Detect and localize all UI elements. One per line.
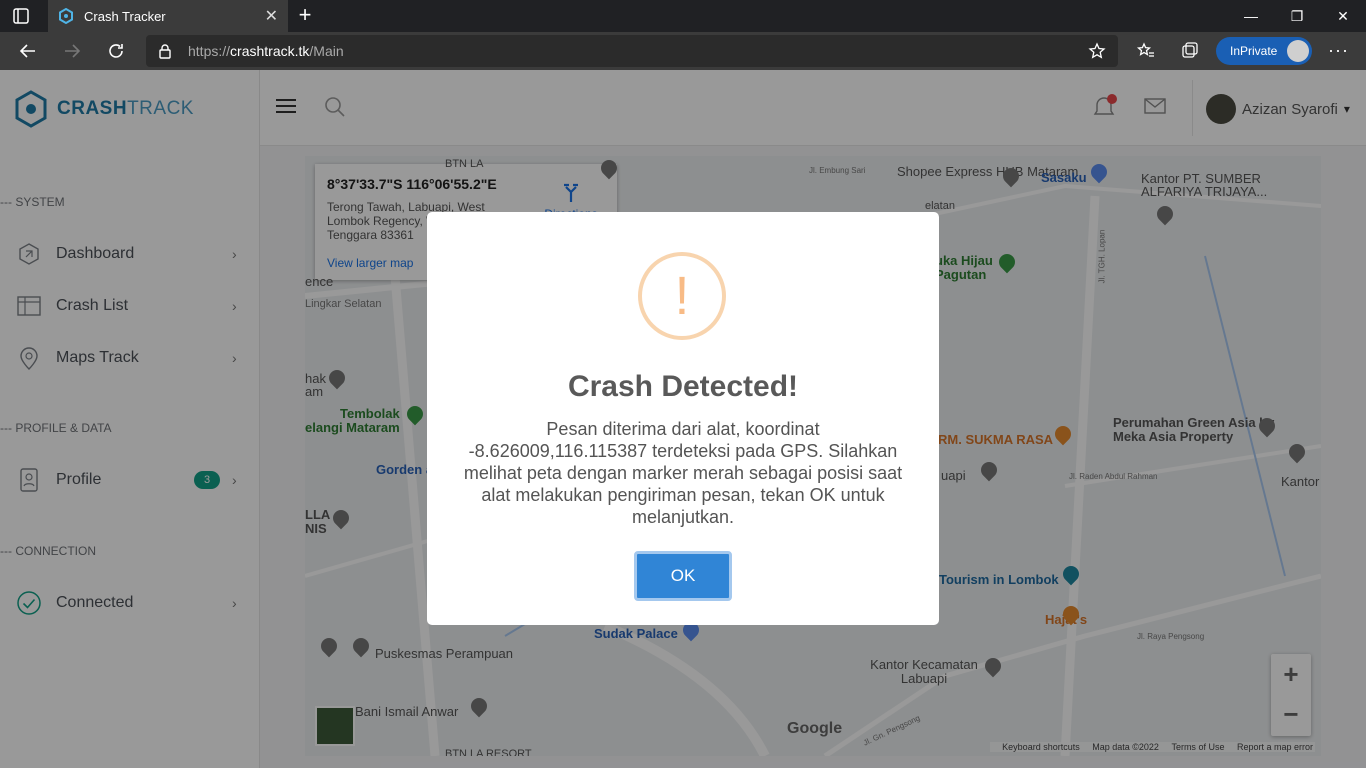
ok-button[interactable]: OK: [634, 551, 732, 601]
tab-title: Crash Tracker: [84, 8, 166, 24]
window-close-icon[interactable]: ✕: [1320, 0, 1366, 32]
browser-titlebar: Crash Tracker ✕ + — ❐ ✕: [0, 0, 1366, 32]
browser-toolbar: https://crashtrack.tk/Main InPrivate ···: [0, 32, 1366, 70]
restore-icon[interactable]: ❐: [1274, 0, 1320, 32]
crashtrack-favicon-icon: [59, 8, 73, 24]
tab-actions-icon[interactable]: [12, 7, 30, 25]
dialog-title: Crash Detected!: [567, 370, 799, 403]
new-tab-icon[interactable]: +: [292, 4, 318, 28]
crash-alert-dialog: ! Crash Detected! Pesan diterima dari al…: [427, 212, 939, 625]
more-options-icon[interactable]: ···: [1328, 40, 1349, 61]
lock-icon[interactable]: [158, 43, 172, 59]
browser-tab[interactable]: Crash Tracker ✕: [48, 0, 288, 32]
refresh-icon[interactable]: [103, 38, 129, 64]
inprivate-button[interactable]: InPrivate: [1216, 37, 1312, 65]
favorites-icon[interactable]: [1136, 41, 1156, 61]
back-icon[interactable]: [15, 38, 41, 64]
address-bar[interactable]: https://crashtrack.tk/Main: [146, 35, 1118, 67]
forward-icon[interactable]: [59, 38, 85, 64]
warning-icon: !: [638, 252, 726, 340]
dialog-message: Pesan diterima dari alat, koordinat -8.6…: [463, 419, 903, 527]
add-favorite-icon[interactable]: [1088, 42, 1106, 60]
minimize-icon[interactable]: —: [1228, 0, 1274, 32]
tab-close-icon[interactable]: ✕: [265, 6, 278, 26]
collections-icon[interactable]: [1180, 41, 1200, 61]
url-text: https://crashtrack.tk/Main: [188, 43, 344, 59]
profile-avatar: [1287, 40, 1309, 62]
inprivate-label: InPrivate: [1230, 44, 1278, 58]
